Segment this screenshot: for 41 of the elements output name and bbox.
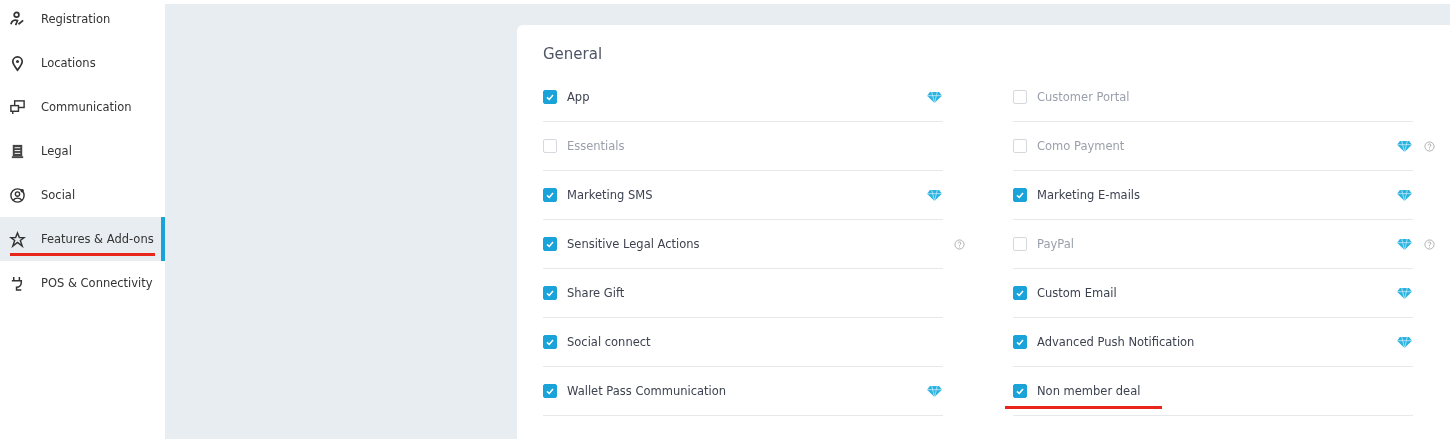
checkbox[interactable] xyxy=(543,90,557,104)
star-icon xyxy=(9,230,26,248)
user-circle-icon xyxy=(9,186,26,204)
feature-label: App xyxy=(567,90,590,104)
checkbox[interactable] xyxy=(1013,188,1027,202)
help-icon[interactable] xyxy=(954,238,965,250)
section-title: General xyxy=(543,45,604,63)
feature-label: Share Gift xyxy=(567,286,625,300)
sidebar-item[interactable]: Features & Add-ons xyxy=(0,217,165,261)
feature-label: PayPal xyxy=(1037,237,1074,251)
feature-label: Sensitive Legal Actions xyxy=(567,237,700,251)
document-icon xyxy=(9,142,26,160)
feature-label: Como Payment xyxy=(1037,139,1125,153)
checkbox[interactable] xyxy=(543,384,557,398)
sidebar-item[interactable]: Locations xyxy=(0,41,165,85)
chat-icon xyxy=(9,98,26,116)
feature-label: Wallet Pass Communication xyxy=(567,384,727,398)
feature-label: Marketing SMS xyxy=(567,188,653,202)
checkbox[interactable] xyxy=(543,188,557,202)
checkbox[interactable] xyxy=(1013,335,1027,349)
sidebar-item[interactable]: Social xyxy=(0,173,165,217)
help-icon[interactable] xyxy=(1424,238,1435,250)
sidebar-item[interactable]: Legal xyxy=(0,129,165,173)
person-icon xyxy=(9,10,26,28)
feature-label: Essentials xyxy=(567,139,625,153)
location-pin-icon xyxy=(9,54,26,72)
feature-label: Custom Email xyxy=(1037,286,1117,300)
feature-label: Non member deal xyxy=(1037,384,1141,398)
sidebar-item[interactable]: POS & Connectivity xyxy=(0,261,165,305)
help-icon[interactable] xyxy=(1424,140,1435,152)
feature-label: Advanced Push Notification xyxy=(1037,335,1195,349)
checkbox[interactable] xyxy=(543,237,557,251)
feature-label: Customer Portal xyxy=(1037,90,1130,104)
checkbox[interactable] xyxy=(1013,384,1027,398)
feature-label: Social connect xyxy=(567,335,651,349)
checkbox[interactable] xyxy=(1013,286,1027,300)
checkbox[interactable] xyxy=(543,286,557,300)
feature-label: Marketing E-mails xyxy=(1037,188,1141,202)
sidebar-item[interactable]: Registration xyxy=(0,0,165,41)
checkbox[interactable] xyxy=(543,335,557,349)
sidebar-item[interactable]: Communication xyxy=(0,85,165,129)
